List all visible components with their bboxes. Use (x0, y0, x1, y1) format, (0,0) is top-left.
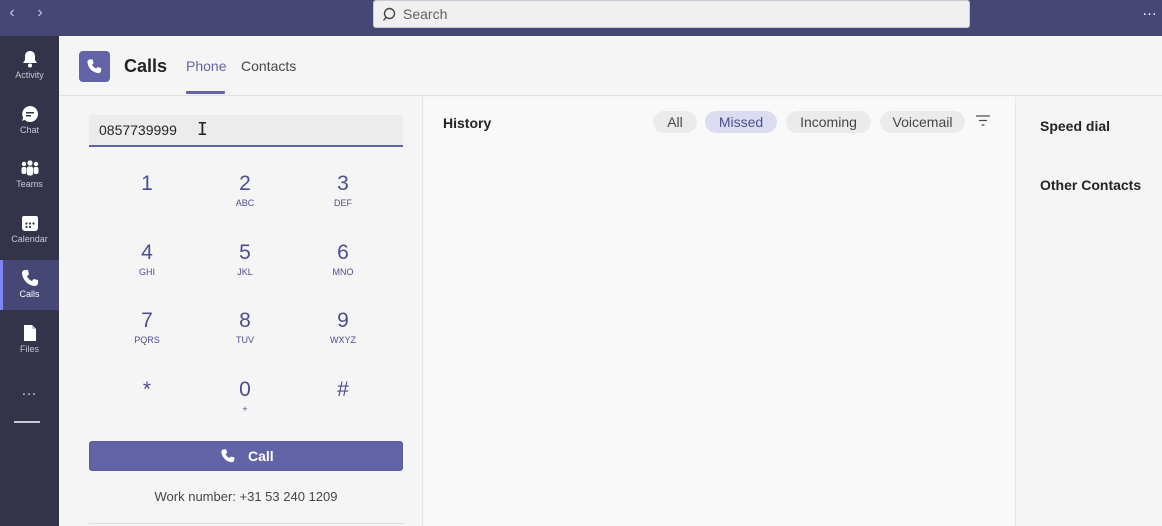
filter-icon[interactable] (975, 114, 991, 128)
app-rail: Activity Chat Teams Calendar Calls Files… (0, 36, 59, 526)
key-letters: TUV (236, 335, 254, 345)
search-placeholder: Search (403, 6, 448, 22)
filter-incoming[interactable]: Incoming (786, 111, 871, 133)
rail-label: Teams (16, 179, 43, 189)
other-contacts-heading: Other Contacts (1040, 177, 1142, 193)
dialpad-key-3[interactable]: 3 DEF (313, 172, 373, 220)
rail-label: Activity (15, 70, 44, 80)
dialpad-panel: I 1 2 ABC 3 DEF 4 GHI 5 JKL 6 MNO 7 PQRS… (59, 97, 423, 526)
history-panel: History All Missed Incoming Voicemail (424, 97, 1016, 526)
dialpad-key-9[interactable]: 9 WXYZ (313, 309, 373, 357)
key-letters: JKL (237, 267, 253, 277)
text-cursor-icon: I (197, 119, 208, 140)
search-icon (382, 7, 396, 21)
teams-icon (21, 160, 38, 176)
rail-label: Chat (19, 125, 39, 135)
top-bar: ‹ › Search … (0, 0, 1162, 36)
dialpad-key-6[interactable]: 6 MNO (313, 241, 373, 289)
bell-icon (22, 51, 37, 68)
search-input[interactable]: Search (373, 0, 970, 28)
dialpad-key-8[interactable]: 8 TUV (215, 309, 275, 357)
filter-missed[interactable]: Missed (705, 111, 777, 133)
key-digit: 5 (239, 241, 251, 264)
key-letters: + (242, 404, 248, 414)
key-digit: 0 (239, 378, 251, 401)
key-digit: 9 (337, 309, 349, 332)
dialpad-key-1[interactable]: 1 (117, 172, 177, 220)
key-digit: 3 (337, 172, 349, 195)
key-letters: DEF (334, 198, 352, 208)
more-apps-icon[interactable]: … (0, 382, 59, 400)
divider (89, 523, 403, 524)
key-digit: 2 (239, 172, 251, 195)
chat-icon (21, 105, 38, 122)
call-button[interactable]: Call (89, 441, 403, 471)
rail-item-files[interactable]: Files (0, 315, 59, 365)
dialpad-key-2[interactable]: 2 ABC (215, 172, 275, 220)
rail-label: Calendar (11, 234, 48, 244)
key-digit: 1 (141, 172, 153, 195)
dialpad-key-4[interactable]: 4 GHI (117, 241, 177, 289)
filter-voicemail[interactable]: Voicemail (880, 111, 965, 133)
speed-dial-heading: Speed dial (1040, 118, 1111, 134)
rail-item-teams[interactable]: Teams (0, 150, 59, 200)
dialpad-key-7[interactable]: 7 PQRS (117, 309, 177, 357)
more-options-icon[interactable]: … (1142, 2, 1158, 19)
key-letters: ABC (235, 198, 255, 208)
rail-item-chat[interactable]: Chat (0, 96, 59, 146)
page-header: Calls Phone Contacts (59, 36, 1162, 96)
page-title: Calls (124, 56, 168, 76)
rail-divider (14, 421, 40, 423)
dialpad-key-hash[interactable]: # (313, 378, 373, 426)
key-digit: 7 (141, 309, 153, 332)
history-title: History (443, 115, 492, 131)
chevron-right-icon[interactable]: › (32, 4, 48, 22)
dialpad-key-star[interactable]: * (117, 378, 177, 426)
phone-icon (21, 270, 38, 286)
tab-contacts[interactable]: Contacts (241, 58, 296, 74)
key-letters: GHI (138, 267, 155, 277)
chevron-left-icon[interactable]: ‹ (4, 4, 20, 22)
phone-icon (87, 59, 102, 74)
file-icon (23, 325, 36, 341)
tab-phone[interactable]: Phone (186, 58, 226, 74)
filter-all[interactable]: All (653, 111, 697, 133)
phone-icon (221, 449, 235, 463)
rail-label: Files (19, 344, 39, 354)
key-digit: 8 (239, 309, 251, 332)
dialpad-key-0[interactable]: 0 + (215, 378, 275, 426)
rail-item-activity[interactable]: Activity (0, 41, 59, 91)
active-tab-indicator (186, 91, 225, 94)
key-digit: # (337, 378, 349, 401)
key-digit: * (142, 378, 152, 401)
call-button-label: Call (248, 448, 274, 464)
key-letters: PQRS (134, 335, 160, 345)
rail-label: Calls (19, 289, 40, 299)
calls-app-icon (79, 51, 110, 82)
key-letters: WXYZ (330, 335, 356, 345)
key-digit: 6 (337, 241, 349, 264)
phone-number-input[interactable] (89, 115, 403, 147)
key-letters: MNO (332, 267, 354, 277)
key-digit: 4 (141, 241, 153, 264)
work-number: Work number: +31 53 240 1209 (154, 489, 338, 504)
calendar-icon (21, 216, 38, 231)
rail-item-calls[interactable]: Calls (0, 260, 59, 310)
dialpad-key-5[interactable]: 5 JKL (215, 241, 275, 289)
speed-dial-panel: Speed dial Other Contacts (1017, 97, 1162, 526)
rail-item-calendar[interactable]: Calendar (0, 205, 59, 255)
